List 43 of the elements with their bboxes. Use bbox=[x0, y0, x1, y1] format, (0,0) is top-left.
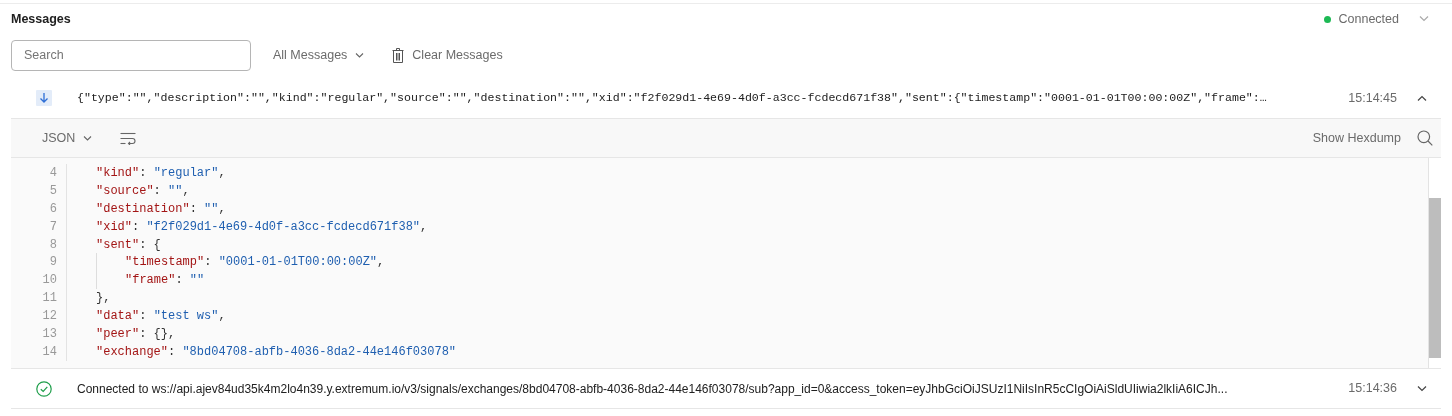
trash-icon bbox=[392, 47, 405, 63]
status-label: Connected bbox=[1338, 10, 1399, 28]
collapse-icon[interactable] bbox=[1417, 95, 1427, 101]
clear-messages-button[interactable]: Clear Messages bbox=[386, 45, 509, 65]
line-number: 9 bbox=[11, 253, 67, 272]
line-number: 4 bbox=[11, 164, 67, 182]
line-number: 14 bbox=[11, 342, 67, 361]
line-number: 8 bbox=[11, 235, 67, 254]
line-number: 13 bbox=[11, 325, 67, 343]
line-number: 6 bbox=[11, 199, 67, 218]
code-line: "peer": {}, bbox=[96, 325, 176, 343]
chevron-down-icon bbox=[355, 52, 365, 58]
code-line: "xid": "f2f029d1-4e69-4d0f-a3cc-fcdecd671f38", bbox=[96, 218, 428, 236]
format-dropdown[interactable]: JSON bbox=[36, 128, 99, 148]
code-line: "sent": { bbox=[96, 236, 161, 254]
filter-dropdown[interactable]: All Messages bbox=[267, 45, 371, 65]
arrow-down-icon bbox=[36, 90, 52, 106]
message-time: 15:14:36 bbox=[1348, 380, 1397, 398]
message-time: 15:14:45 bbox=[1348, 89, 1397, 107]
panel-title: Messages bbox=[11, 10, 71, 28]
line-number: 5 bbox=[11, 181, 67, 200]
wrap-lines-icon[interactable] bbox=[120, 131, 137, 145]
search-icon[interactable] bbox=[1417, 130, 1433, 146]
code-line: "destination": "", bbox=[96, 200, 226, 218]
code-line: "source": "", bbox=[96, 182, 190, 200]
search-field[interactable]: Search bbox=[11, 39, 251, 71]
message-text: {"type":"","description":"","kind":"regular","source":"","destination":"","xid":"f2f029d1-4e69-4d0f-a3cc-fcdecd671f38","sent":{"timestamp":"0001-01-01T00:00:00Z","frame":… bbox=[77, 90, 1268, 107]
line-number: 7 bbox=[11, 217, 67, 236]
chevron-down-icon bbox=[83, 135, 93, 141]
code-line: "data": "test ws", bbox=[96, 308, 226, 326]
check-circle-icon bbox=[36, 380, 52, 397]
code-line: "kind": "regular", bbox=[96, 164, 226, 182]
code-line: "timestamp": "0001-01-01T00:00:00Z", bbox=[125, 254, 385, 272]
line-number: 10 bbox=[11, 271, 67, 290]
message-text: Connected to ws://api.ajev84ud35k4m2lo4n39.y.extremum.io/v3/signals/exchanges/8bd04708-abfb-4036-8da2-44e146f03078/sub?app_id=0&access_token=eyJhbGciOiJSUzI1NiIsInR5cCIgOiAiSldUIiwia2lkIiA6ICJh... bbox=[77, 380, 1229, 398]
code-line: "exchange": "8bd04708-abfb-4036-8da2-44e146f03078" bbox=[96, 343, 457, 361]
code-line: "frame": "" bbox=[125, 272, 205, 290]
code-line: }, bbox=[96, 290, 111, 308]
line-number: 11 bbox=[11, 289, 67, 308]
show-hexdump-button[interactable]: Show Hexdump bbox=[1306, 128, 1407, 148]
expand-icon[interactable] bbox=[1417, 385, 1427, 392]
scrollbar[interactable] bbox=[1428, 158, 1441, 368]
line-number: 12 bbox=[11, 307, 67, 325]
